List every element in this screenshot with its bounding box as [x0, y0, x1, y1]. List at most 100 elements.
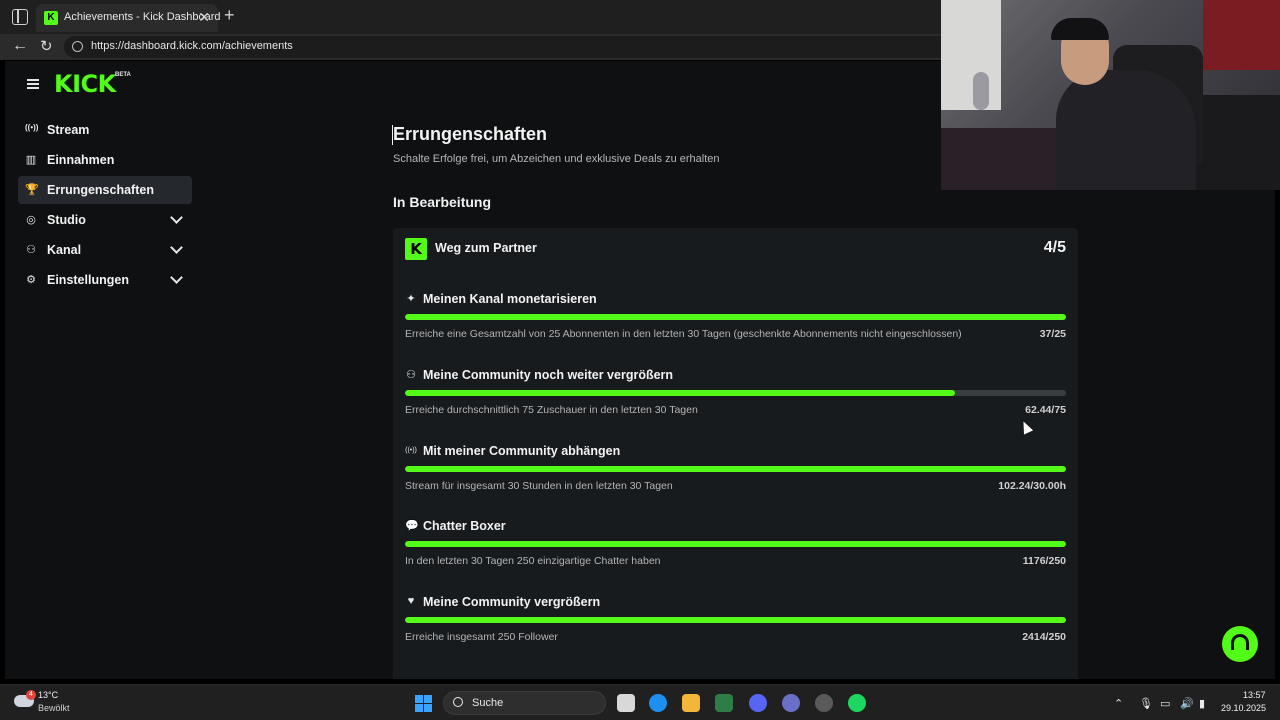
battery-icon[interactable]: ▮ — [1199, 697, 1205, 710]
achievement-item: ✦ Meinen Kanal monetarisieren Erreiche ein… — [405, 292, 1066, 362]
obs-icon[interactable] — [815, 694, 833, 712]
chevron-down-icon[interactable] — [170, 271, 183, 284]
volume-icon[interactable]: 🔊 — [1180, 697, 1194, 710]
progress-bar — [405, 389, 1066, 396]
achievement-item: 💬 Chatter Boxer In den letzten 30 Tagen 25… — [405, 519, 1066, 589]
section-title: In Bearbeitung — [393, 194, 492, 210]
chevron-up-icon[interactable]: ⌃ — [1114, 697, 1123, 710]
progress-bar-fill — [405, 541, 1066, 548]
weather-badge: 4 — [26, 690, 36, 700]
page-subtitle: Schalte Erfolge frei, um Abzeichen und e… — [393, 153, 720, 165]
camera-icon: ◎ — [26, 214, 36, 226]
weather-desc[interactable]: Bewölkt — [38, 703, 70, 713]
microphone-icon[interactable]: 🎙 — [1139, 697, 1153, 710]
sidebar-item-errungenschaften[interactable]: 🏆 Errungenschaften — [18, 176, 192, 204]
achievement-progress-value: 102.24/30.00h — [998, 479, 1066, 492]
sidebar-item-label: Einstellungen — [47, 273, 129, 287]
achievement-progress-value: 37/25 — [1039, 328, 1066, 340]
users-icon: ⚇ — [26, 244, 36, 256]
webcam-overlay — [941, 0, 1280, 190]
page-title: Errungenschaften — [393, 124, 548, 144]
excel-icon[interactable] — [715, 694, 733, 712]
broadcast-icon: ((•)) — [405, 446, 417, 454]
kick-logo[interactable]: KICK — [54, 70, 116, 98]
windows-start-icon[interactable] — [415, 695, 432, 712]
progress-bar — [405, 314, 1066, 320]
chevron-down-icon[interactable] — [170, 211, 183, 224]
sidebar-item-label: Studio — [47, 213, 86, 227]
achievement-progress-value: 62.44/75 — [1025, 403, 1066, 416]
weather-temp[interactable]: 13°C — [38, 690, 58, 700]
headset-icon — [1231, 634, 1249, 650]
progress-bar-fill — [405, 389, 956, 396]
clock-time[interactable]: 13:57 — [1243, 690, 1266, 700]
achievement-description: In den letzten 30 Tagen 250 einzigartige… — [405, 555, 661, 568]
app-icon[interactable] — [782, 694, 800, 712]
webcam-microphone — [973, 72, 989, 110]
trophy-icon: 🏆 — [25, 184, 39, 196]
achievement-description: Stream für insgesamt 30 Stunden in den l… — [405, 479, 673, 492]
menu-icon[interactable] — [27, 79, 39, 89]
sidebar-item-label: Kanal — [47, 243, 82, 257]
discord-icon[interactable] — [749, 694, 767, 712]
users-icon: ⚇ — [406, 368, 416, 381]
sidebar-item-label: Einnahmen — [47, 153, 115, 167]
achievement-title: Meinen Kanal monetarisieren — [423, 292, 597, 306]
achievement-title: Meine Community noch weiter vergrößern — [423, 367, 674, 382]
sidebar-item-studio[interactable]: ◎ Studio — [18, 206, 192, 234]
windows-taskbar: 4 13°C Bewölkt Suche ⌃ 🎙 ▭ 🔊 ▮ 13:57 29.… — [0, 684, 1280, 720]
taskbar-search[interactable]: Suche — [443, 691, 606, 715]
support-headset-button[interactable] — [1222, 626, 1258, 662]
edge-icon[interactable] — [649, 694, 667, 712]
achievement-description: Erreiche durchschnittlich 75 Zuschauer i… — [405, 403, 698, 416]
chart-icon: ▥ — [25, 154, 37, 166]
kick-logo-icon: K — [405, 238, 427, 260]
webcam-streamer — [1051, 18, 1109, 40]
sidebar-item-einstellungen[interactable]: ⚙ Einstellungen — [18, 266, 192, 294]
card-progress-count: 4/5 — [1043, 239, 1066, 256]
back-button[interactable]: ← — [12, 37, 28, 55]
achievement-description: Erreiche insgesamt 250 Follower — [405, 631, 558, 644]
partner-progress-card: K Weg zum Partner 4/5 ✦ Meinen Kanal mone… — [393, 228, 1078, 679]
achievement-title: Mit meiner Community abhängen — [423, 443, 621, 458]
webcam-background — [941, 0, 1001, 110]
heart-icon: ♥ — [407, 595, 415, 608]
kick-favicon-icon: K — [44, 11, 58, 25]
search-icon — [453, 697, 463, 707]
broadcast-icon: ((•)) — [25, 123, 39, 132]
task-view-icon[interactable] — [617, 694, 635, 712]
tab-title: Achievements - Kick Dashboard — [64, 11, 221, 23]
browser-tab[interactable]: K Achievements - Kick Dashboard ✕ — [36, 4, 221, 32]
achievement-title: Meine Community vergrößern — [423, 595, 601, 610]
tab-actions-icon[interactable] — [12, 9, 28, 25]
gear-icon: ⚙ — [26, 274, 36, 286]
progress-bar-fill — [405, 314, 1066, 320]
sidebar-item-einnahmen[interactable]: ▥ Einnahmen — [18, 146, 192, 174]
clock-date[interactable]: 29.10.2025 — [1221, 703, 1266, 713]
achievement-item: ⚇ Meine Community noch weiter vergrößern E… — [405, 368, 1066, 438]
sidebar-item-stream[interactable]: ((•)) Stream — [18, 116, 192, 144]
webcam-background — [1196, 95, 1280, 190]
progress-bar-fill — [405, 617, 1066, 624]
sidebar-item-label: Stream — [47, 123, 90, 137]
progress-bar — [405, 465, 1066, 472]
spotify-icon[interactable] — [848, 694, 866, 712]
close-tab-icon[interactable]: ✕ — [198, 9, 210, 26]
achievement-title: Chatter Boxer — [423, 519, 506, 534]
chevron-down-icon[interactable] — [170, 241, 183, 254]
new-tab-button[interactable]: + — [224, 5, 235, 26]
site-info-icon[interactable] — [72, 41, 83, 52]
webcam-streamer — [1056, 70, 1196, 190]
sidebar-item-kanal[interactable]: ⚇ Kanal — [18, 236, 192, 264]
progress-bar-fill — [405, 465, 1066, 472]
network-icon[interactable]: ▭ — [1160, 697, 1170, 710]
beta-badge: BETA — [115, 72, 131, 78]
achievement-description: Erreiche eine Gesamtzahl von 25 Abonnent… — [405, 328, 962, 340]
reload-button[interactable]: ↻ — [40, 37, 53, 55]
progress-bar — [405, 541, 1066, 548]
chat-icon: 💬 — [405, 520, 419, 533]
url-text[interactable]: https://dashboard.kick.com/achievements — [91, 40, 293, 52]
progress-bar — [405, 617, 1066, 624]
achievement-item: ((•)) Mit meiner Community abhängen Stream… — [405, 444, 1066, 514]
file-explorer-icon[interactable] — [682, 694, 700, 712]
